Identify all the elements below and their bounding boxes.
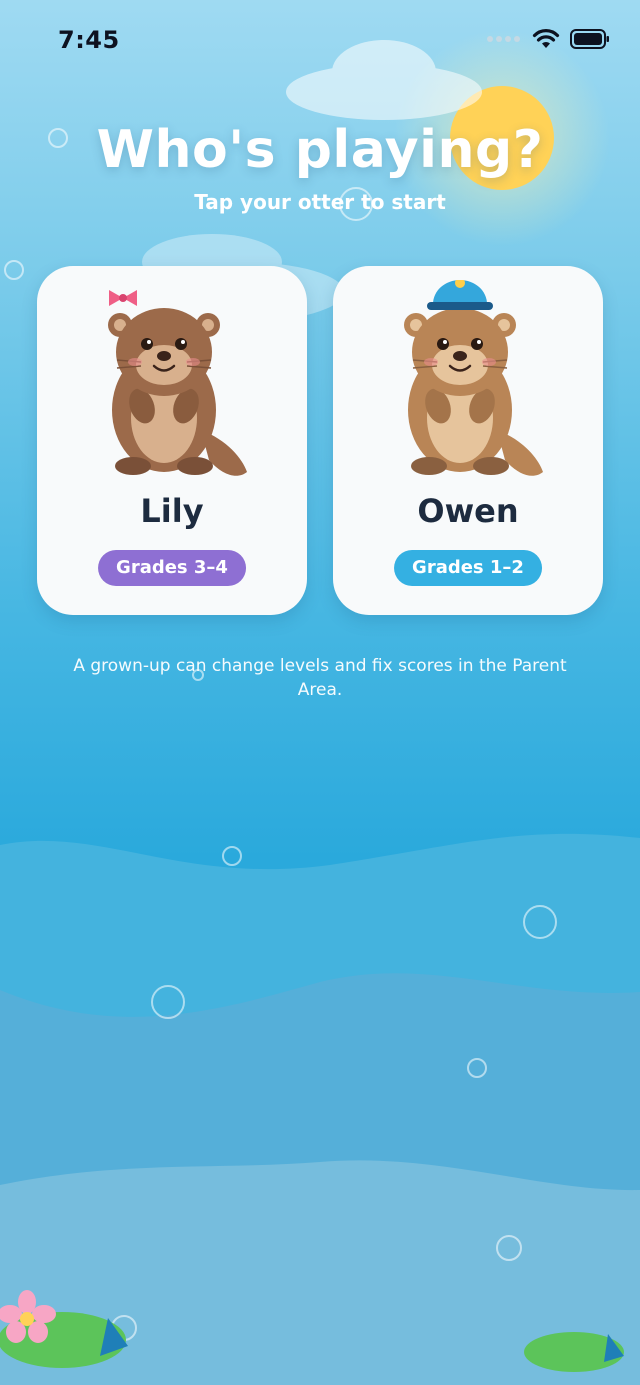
parent-area-note: A grown-up can change levels and fix sco… [73,656,567,700]
bow-icon [109,290,137,306]
otter-avatar-lily [108,290,247,476]
profile-name: Owen [417,492,519,530]
wifi-icon [532,29,560,48]
grade-badge: Grades 3–4 [98,550,246,586]
grade-badge: Grades 1–2 [394,550,542,586]
lily-pad-right [524,1332,624,1372]
profile-name: Lily [140,492,204,530]
profile-card-lily[interactable]: Lily Grades 3–4 [37,266,307,615]
cellular-signal-icon [487,36,520,42]
status-time: 7:45 [58,26,120,54]
battery-icon [570,29,609,49]
page-subtitle: Tap your otter to start [194,190,446,214]
cap-icon [427,280,493,310]
otter-avatar-owen [404,280,543,476]
header: Who's playing? Tap your otter to start [0,120,640,214]
profile-select-screen: 7:45 Who's playing? Tap your otter to st… [0,0,640,1385]
profile-card-owen[interactable]: Owen Grades 1–2 [333,266,603,615]
status-bar: 7:45 [0,0,640,80]
status-icons [486,28,610,50]
page-title: Who's playing? [96,120,544,180]
